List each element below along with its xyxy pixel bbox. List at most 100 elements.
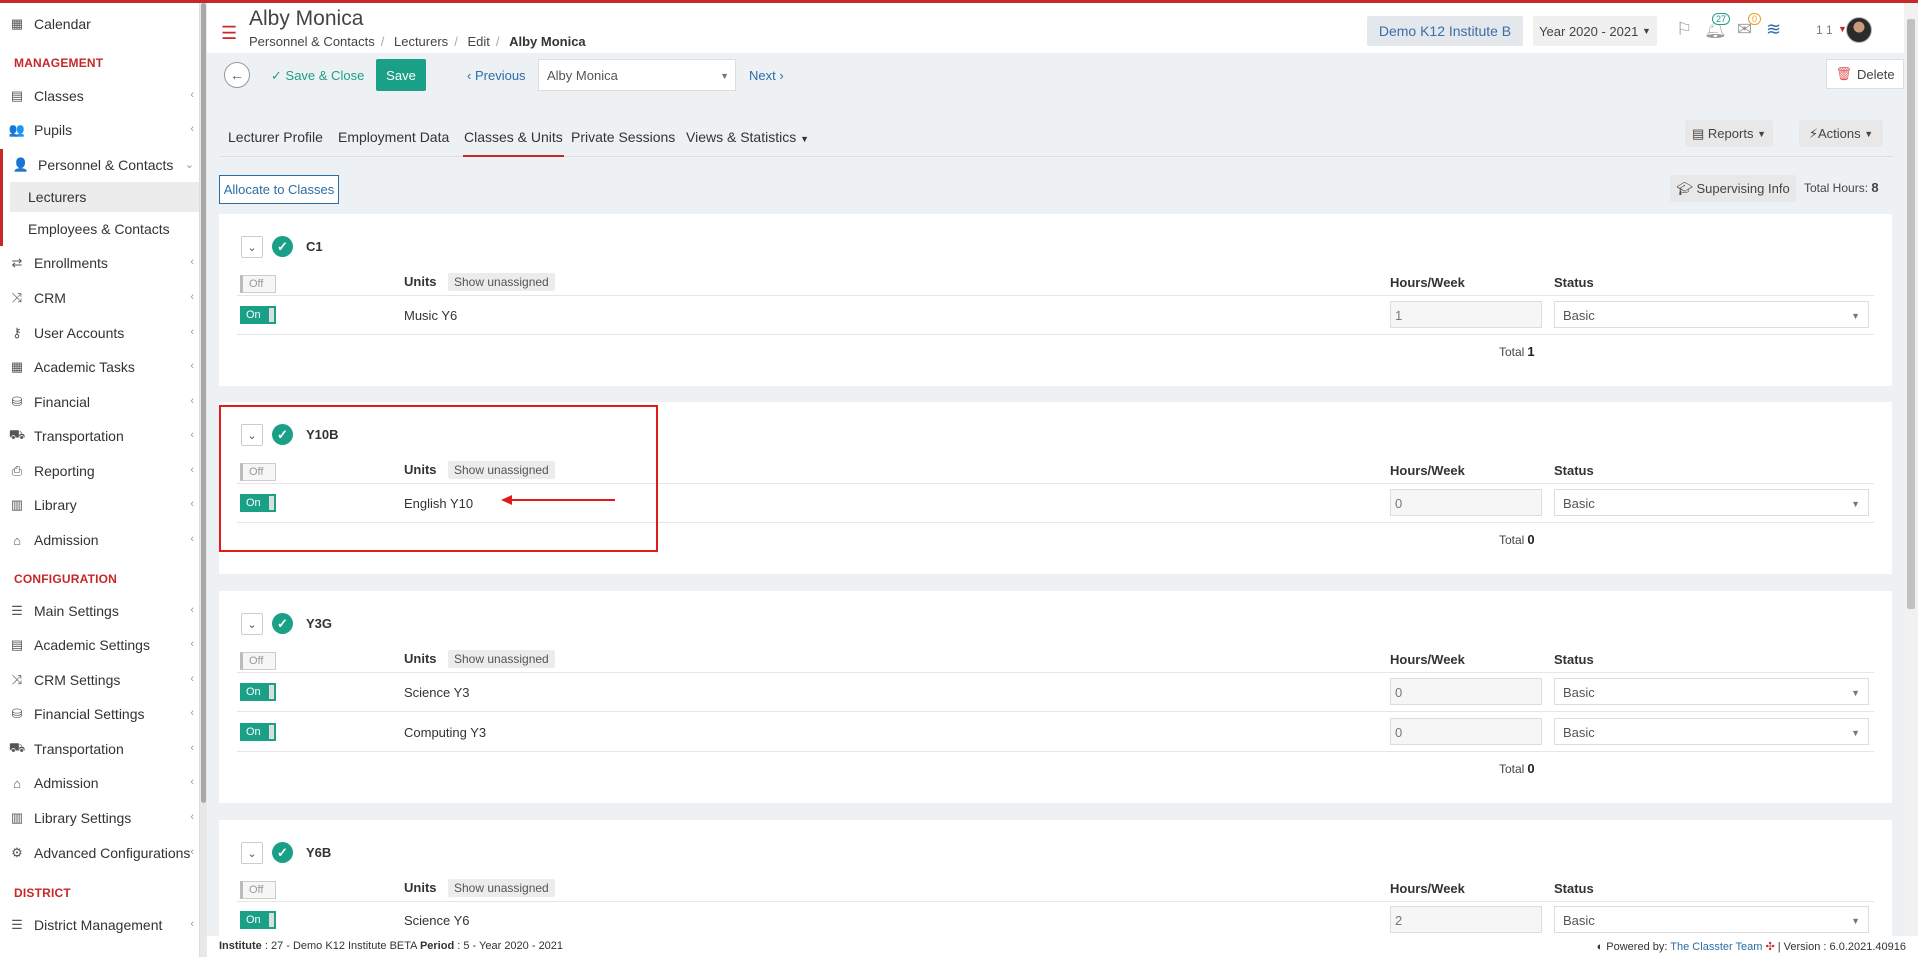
unit-toggle[interactable]: On bbox=[240, 723, 276, 741]
sidebar-item-academic-settings[interactable]: ▤ Academic Settings ‹ bbox=[0, 630, 199, 660]
sidebar-item-transportation-settings[interactable]: ⛟ Transportation ‹ bbox=[0, 734, 199, 764]
collapse-button[interactable]: ⌄ bbox=[241, 424, 263, 446]
hours-input[interactable]: 0 bbox=[1390, 489, 1542, 516]
sidebar-scrollbar[interactable] bbox=[200, 3, 207, 957]
hours-input[interactable]: 0 bbox=[1390, 678, 1542, 705]
unit-toggle[interactable]: On bbox=[240, 494, 276, 512]
sidebar-scrollbar-thumb[interactable] bbox=[201, 3, 206, 803]
collapse-button[interactable]: ⌄ bbox=[241, 613, 263, 635]
sidebar-item-pupils[interactable]: 👥 Pupils ‹ bbox=[0, 115, 199, 145]
toggle-all-off[interactable]: Off bbox=[240, 275, 276, 293]
next-link[interactable]: Next › bbox=[749, 68, 784, 83]
previous-link[interactable]: ‹ Previous bbox=[467, 68, 526, 83]
sidebar-item-financial-settings[interactable]: ⛁ Financial Settings ‹ bbox=[0, 699, 199, 729]
save-close-button[interactable]: ✓ Save & Close bbox=[271, 68, 364, 84]
status-select[interactable]: Basic ▼ bbox=[1554, 906, 1869, 933]
sidebar-item-user-accounts[interactable]: ⚷ User Accounts ‹ bbox=[0, 318, 199, 348]
class-total: Total 0 bbox=[1499, 532, 1535, 547]
year-selector[interactable]: Year 2020 - 2021 ▼ bbox=[1533, 16, 1657, 46]
sidebar-item-personnel[interactable]: 👤 Personnel & Contacts ⌄ bbox=[0, 150, 199, 180]
hours-input[interactable]: 2 bbox=[1390, 906, 1542, 933]
avatar[interactable] bbox=[1846, 17, 1872, 43]
hours-input[interactable]: 1 bbox=[1390, 301, 1542, 328]
show-unassigned-button[interactable]: Show unassigned bbox=[448, 273, 555, 291]
hours-input[interactable]: 0 bbox=[1390, 718, 1542, 745]
class-card: ⌄ ✓ Y10B Off Units Show unassigned Hours… bbox=[219, 402, 1892, 574]
tab-bar: Lecturer Profile Employment Data Classes… bbox=[221, 120, 1893, 157]
institute-selector[interactable]: Demo K12 Institute B bbox=[1367, 16, 1523, 46]
unit-toggle[interactable]: On bbox=[240, 683, 276, 701]
show-unassigned-button[interactable]: Show unassigned bbox=[448, 461, 555, 479]
unit-toggle[interactable]: On bbox=[240, 911, 276, 929]
toggle-all-off[interactable]: Off bbox=[240, 881, 276, 899]
sidebar-item-admission[interactable]: ⌂ Admission ‹ bbox=[0, 525, 199, 555]
sidebar-item-transportation[interactable]: ⛟ Transportation ‹ bbox=[0, 421, 199, 451]
actions-button[interactable]: ⚡︎ Actions ▼ bbox=[1799, 120, 1883, 147]
breadcrumb-lecturers[interactable]: Lecturers bbox=[394, 34, 448, 49]
tab-employment-data[interactable]: Employment Data bbox=[338, 129, 449, 157]
sidebar-item-crm[interactable]: ⤨ CRM ‹ bbox=[0, 283, 199, 313]
sidebar-item-main-settings[interactable]: ☰ Main Settings ‹ bbox=[0, 596, 199, 626]
sidebar-item-crm-settings[interactable]: ⤨ CRM Settings ‹ bbox=[0, 665, 199, 695]
sidebar-item-enrollments[interactable]: ⇄ Enrollments ‹ bbox=[0, 248, 199, 278]
toggle-all-off[interactable]: Off bbox=[240, 652, 276, 670]
hamburger-menu-icon[interactable]: ☰ bbox=[221, 23, 237, 44]
save-button[interactable]: Save bbox=[376, 59, 426, 91]
class-card: ⌄ ✓ Y3G Off Units Show unassigned Hours/… bbox=[219, 591, 1892, 803]
chevron-left-icon: ‹ bbox=[467, 68, 472, 83]
flag-icon[interactable]: ⚐ bbox=[1676, 19, 1692, 40]
user-short[interactable]: 1 1 bbox=[1816, 23, 1833, 37]
sidebar-item-advanced-configurations[interactable]: ⚙ Advanced Configurations ‹ bbox=[0, 838, 199, 868]
collapse-button[interactable]: ⌄ bbox=[241, 236, 263, 258]
caret-down-icon: ▼ bbox=[1851, 728, 1860, 738]
sidebar-item-calendar[interactable]: ▦ Calendar bbox=[0, 9, 199, 39]
show-unassigned-button[interactable]: Show unassigned bbox=[448, 650, 555, 668]
status-select[interactable]: Basic ▼ bbox=[1554, 489, 1869, 516]
reports-button[interactable]: ▤ Reports ▼ bbox=[1685, 120, 1773, 147]
building-icon: ⌂ bbox=[13, 532, 21, 548]
supervising-info-button[interactable]: 🎓︎ Supervising Info bbox=[1670, 175, 1796, 202]
show-unassigned-button[interactable]: Show unassigned bbox=[448, 879, 555, 897]
tab-lecturer-profile[interactable]: Lecturer Profile bbox=[228, 129, 323, 157]
messages-badge: 0 bbox=[1748, 13, 1762, 25]
sidebar-item-lecturers[interactable]: Lecturers bbox=[10, 182, 199, 212]
record-selector[interactable]: Alby Monica ▼ bbox=[538, 59, 736, 91]
person-icon: 👤 bbox=[12, 157, 30, 172]
sidebar-item-admission-settings[interactable]: ⌂ Admission ‹ bbox=[0, 768, 199, 798]
breadcrumb-personnel[interactable]: Personnel & Contacts bbox=[249, 34, 375, 49]
sidebar-item-district-management[interactable]: ☰ District Management ‹ bbox=[0, 910, 199, 940]
sidebar-item-classes[interactable]: ▤ Classes ‹ bbox=[0, 81, 199, 111]
unit-toggle[interactable]: On bbox=[240, 306, 276, 324]
layers-icon[interactable]: ≋ bbox=[1766, 19, 1781, 40]
tab-views-statistics[interactable]: Views & Statistics ▼ bbox=[686, 129, 809, 157]
tab-private-sessions[interactable]: Private Sessions bbox=[571, 129, 675, 157]
status-select[interactable]: Basic ▼ bbox=[1554, 678, 1869, 705]
classes-icon: ▤ bbox=[10, 637, 24, 652]
tab-classes-units[interactable]: Classes & Units bbox=[463, 129, 564, 157]
toolbar: ← ✓ Save & Close Save ‹ Previous Alby Mo… bbox=[207, 55, 1904, 95]
main-scrollbar-thumb[interactable] bbox=[1907, 19, 1915, 609]
chevron-down-icon: ⌄ bbox=[247, 241, 257, 254]
sidebar-item-library[interactable]: ▥ Library ‹ bbox=[0, 490, 199, 520]
header: ☰ Alby Monica Personnel & Contacts / Lect… bbox=[207, 3, 1918, 53]
status-select[interactable]: Basic ▼ bbox=[1554, 718, 1869, 745]
books-icon: ▥ bbox=[10, 497, 24, 512]
back-button[interactable]: ← bbox=[224, 62, 250, 88]
coins-icon: ⛁ bbox=[11, 394, 23, 409]
key-icon: ⚷ bbox=[12, 325, 22, 340]
main-scrollbar[interactable] bbox=[1904, 3, 1918, 936]
status-select[interactable]: Basic ▼ bbox=[1554, 301, 1869, 328]
sidebar-item-employees[interactable]: Employees & Contacts bbox=[10, 214, 199, 244]
sidebar-item-financial[interactable]: ⛁ Financial ‹ bbox=[0, 387, 199, 417]
sidebar-item-reporting[interactable]: ⎙ Reporting ‹ bbox=[0, 456, 199, 486]
breadcrumb-edit[interactable]: Edit bbox=[467, 34, 489, 49]
delete-button[interactable]: 🗑︎ Delete bbox=[1826, 59, 1904, 89]
sidebar-item-academic-tasks[interactable]: ▦ Academic Tasks ‹ bbox=[0, 352, 199, 382]
classter-team-link[interactable]: The Classter Team bbox=[1670, 941, 1762, 953]
collapse-button[interactable]: ⌄ bbox=[241, 842, 263, 864]
status-label: Status bbox=[1554, 881, 1594, 896]
toggle-all-off[interactable]: Off bbox=[240, 463, 276, 481]
allocate-to-classes-button[interactable]: Allocate to Classes bbox=[219, 175, 339, 204]
sidebar-item-library-settings[interactable]: ▥ Library Settings ‹ bbox=[0, 803, 199, 833]
check-circle-icon: ✓ bbox=[272, 613, 293, 634]
